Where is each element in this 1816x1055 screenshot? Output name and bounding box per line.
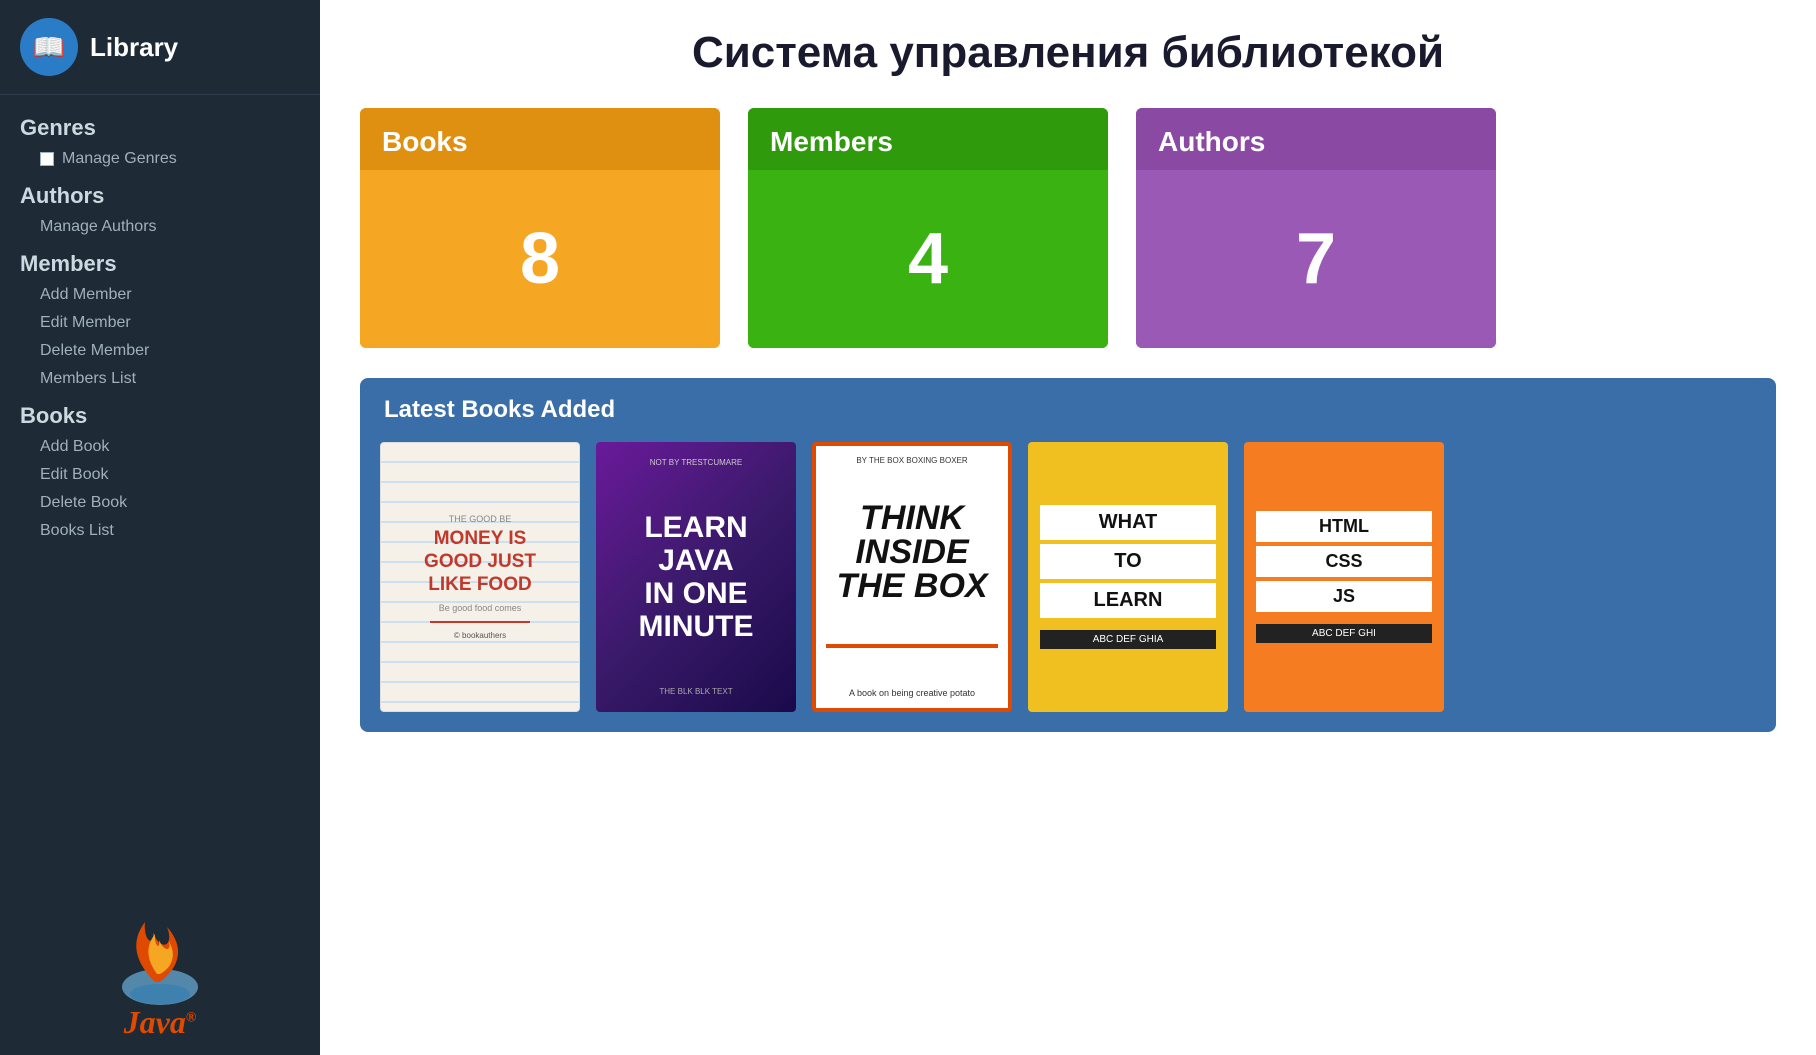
- sidebar-item-label: Edit Book: [40, 466, 108, 484]
- book-1-small-top: THE GOOD BE: [449, 514, 512, 524]
- app-logo: 📖: [20, 18, 78, 76]
- sidebar-item-label: Books List: [40, 522, 114, 540]
- stat-card-authors-body: 7: [1136, 170, 1496, 348]
- sidebar: 📖 Library Genres Manage Genres Authors M…: [0, 0, 320, 1055]
- stats-row: Books 8 Members 4 Authors 7: [320, 98, 1816, 378]
- sidebar-item-delete-book[interactable]: Delete Book: [0, 489, 320, 517]
- book-cover-money[interactable]: THE GOOD BE MONEY IS GOOD JUST LIKE FOOD…: [380, 442, 580, 712]
- sidebar-section-books[interactable]: Books: [0, 393, 320, 433]
- stat-card-members-body: 4: [748, 170, 1108, 348]
- latest-books-section: Latest Books Added THE GOOD BE MONEY IS …: [360, 378, 1776, 732]
- book-2-title: LEARNJAVAIN ONEMINUTE: [610, 473, 782, 681]
- book-2-not-by: NOT BY TRESTCUMARE: [610, 458, 782, 467]
- sidebar-item-label: Manage Authors: [40, 218, 157, 236]
- java-flame-icon: [105, 902, 215, 1012]
- sidebar-item-label: Delete Book: [40, 494, 127, 512]
- sidebar-item-label: Edit Member: [40, 314, 131, 332]
- book-1-author: © bookauthers: [454, 631, 506, 640]
- book-icon: 📖: [33, 32, 65, 63]
- stat-card-authors-count: 7: [1296, 218, 1336, 300]
- book-1-subtitle: Be good food comes: [439, 603, 522, 613]
- book-3-by: BY THE BOX BOXING BOXER: [856, 456, 967, 465]
- stat-card-members[interactable]: Members 4: [748, 108, 1108, 348]
- sidebar-item-label: Members List: [40, 370, 136, 388]
- java-label: Java®: [124, 1004, 197, 1041]
- main-header: Система управления библиотекой: [320, 0, 1816, 98]
- latest-books-title: Latest Books Added: [360, 378, 1776, 442]
- books-carousel: THE GOOD BE MONEY IS GOOD JUST LIKE FOOD…: [360, 442, 1776, 712]
- book-3-title: THINKINSIDETHE BOX: [836, 501, 987, 603]
- sidebar-item-label: Add Member: [40, 286, 132, 304]
- app-title: Library: [90, 32, 178, 63]
- sidebar-item-books-list[interactable]: Books List: [0, 517, 320, 545]
- book-1-title: MONEY IS GOOD JUST LIKE FOOD: [409, 528, 551, 596]
- book-cover-what[interactable]: WHAT TO LEARN ABC DEF GHIA: [1028, 442, 1228, 712]
- stat-card-members-count: 4: [908, 218, 948, 300]
- sidebar-section-authors[interactable]: Authors: [0, 173, 320, 213]
- book-cover-java[interactable]: NOT BY TRESTCUMARE LEARNJAVAIN ONEMINUTE…: [596, 442, 796, 712]
- stat-card-authors-label: Authors: [1136, 108, 1496, 170]
- book-3-line: [826, 644, 998, 648]
- sidebar-section-members[interactable]: Members: [0, 241, 320, 281]
- stat-card-books-count: 8: [520, 218, 560, 300]
- stat-card-members-label: Members: [748, 108, 1108, 170]
- main-content: Система управления библиотекой Books 8 M…: [320, 0, 1816, 1055]
- book-5-author-bar: ABC DEF GHI: [1256, 624, 1432, 643]
- sidebar-item-delete-member[interactable]: Delete Member: [0, 337, 320, 365]
- book-5-word-html: HTML: [1256, 511, 1432, 542]
- stat-card-authors[interactable]: Authors 7: [1136, 108, 1496, 348]
- stat-card-books-body: 8: [360, 170, 720, 348]
- book-4-word-what: WHAT: [1040, 505, 1216, 540]
- sidebar-item-label: Manage Genres: [62, 150, 177, 168]
- stat-card-books-label: Books: [360, 108, 720, 170]
- page-title: Система управления библиотекой: [360, 28, 1776, 78]
- sidebar-item-add-member[interactable]: Add Member: [0, 281, 320, 309]
- book-2-footer: THE BLK BLK TEXT: [610, 687, 782, 696]
- sidebar-item-manage-authors[interactable]: Manage Authors: [0, 213, 320, 241]
- checkbox-icon: [40, 152, 54, 166]
- sidebar-section-genres[interactable]: Genres: [0, 105, 320, 145]
- book-1-content: THE GOOD BE MONEY IS GOOD JUST LIKE FOOD…: [393, 455, 567, 699]
- book-1-divider: [430, 621, 529, 623]
- sidebar-item-manage-genres[interactable]: Manage Genres: [0, 145, 320, 173]
- sidebar-item-label: Delete Member: [40, 342, 149, 360]
- book-4-word-learn: LEARN: [1040, 583, 1216, 618]
- java-logo-section: Java®: [0, 882, 320, 1055]
- sidebar-item-edit-member[interactable]: Edit Member: [0, 309, 320, 337]
- sidebar-header: 📖 Library: [0, 0, 320, 95]
- book-5-word-css: CSS: [1256, 546, 1432, 577]
- stat-card-books[interactable]: Books 8: [360, 108, 720, 348]
- sidebar-item-edit-book[interactable]: Edit Book: [0, 461, 320, 489]
- book-3-sub: A book on being creative potato: [849, 688, 975, 698]
- sidebar-item-add-book[interactable]: Add Book: [0, 433, 320, 461]
- book-4-word-to: TO: [1040, 544, 1216, 579]
- book-4-author-bar: ABC DEF GHIA: [1040, 630, 1216, 649]
- sidebar-item-label: Add Book: [40, 438, 109, 456]
- book-cover-think[interactable]: BY THE BOX BOXING BOXER THINKINSIDETHE B…: [812, 442, 1012, 712]
- sidebar-item-members-list[interactable]: Members List: [0, 365, 320, 393]
- sidebar-nav: Genres Manage Genres Authors Manage Auth…: [0, 95, 320, 882]
- book-5-word-js: JS: [1256, 581, 1432, 612]
- book-cover-html[interactable]: HTML CSS JS ABC DEF GHI: [1244, 442, 1444, 712]
